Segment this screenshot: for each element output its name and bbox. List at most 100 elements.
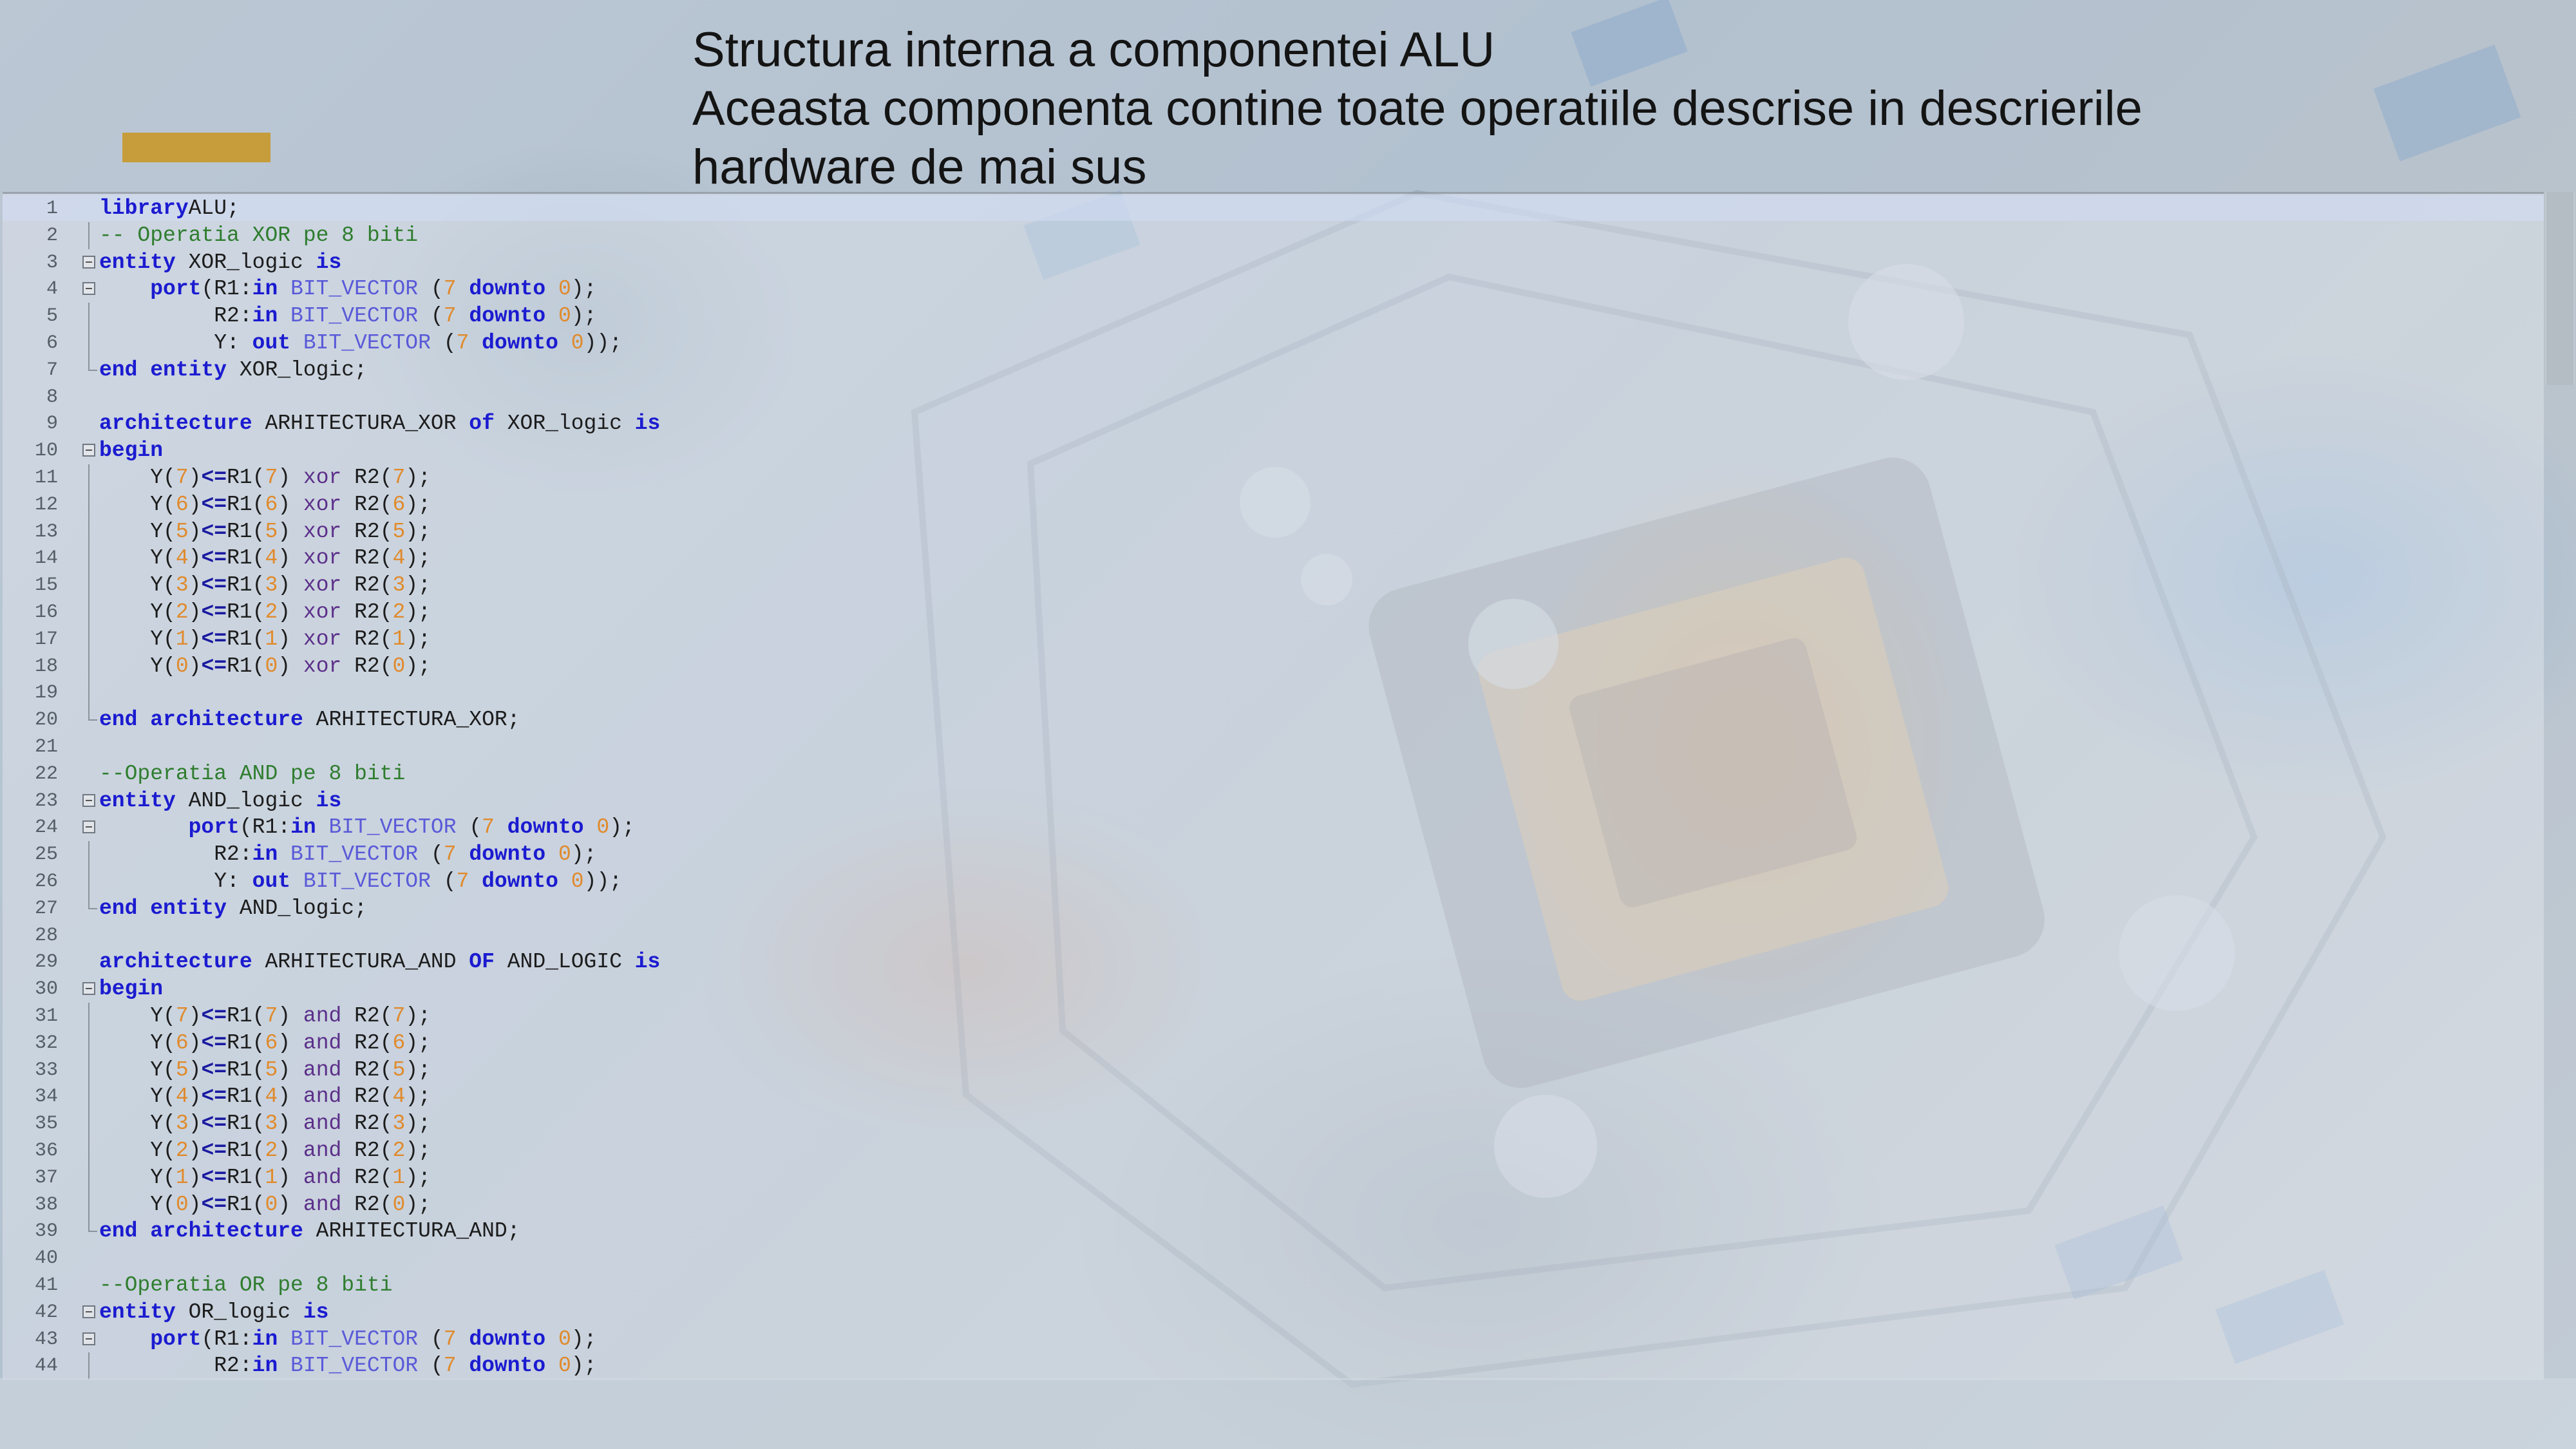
fold-toggle-icon[interactable] [82, 444, 95, 457]
code-line[interactable]: 8 [3, 384, 2540, 411]
line-number: 31 [34, 1005, 58, 1027]
code-line[interactable]: 6 Y: out BIT_VECTOR (7 downto 0)); [3, 330, 2540, 357]
code-line[interactable]: 13 Y(5)<=R1(5) xor R2(5); [3, 518, 2540, 545]
line-number: 22 [34, 762, 58, 785]
code-line[interactable]: 17 Y(1)<=R1(1) xor R2(1); [3, 625, 2540, 653]
code-line[interactable]: 11 Y(7)<=R1(7) xor R2(7); [3, 464, 2540, 491]
code-line[interactable]: 35 Y(3)<=R1(3) and R2(3); [3, 1110, 2540, 1138]
code-text: Y(3)<=R1(3) xor R2(3); [99, 572, 431, 599]
code-line[interactable]: 26 Y: out BIT_VECTOR (7 downto 0)); [3, 868, 2540, 895]
code-token: xor [303, 466, 342, 489]
code-line[interactable]: 36 Y(2)<=R1(2) and R2(2); [3, 1137, 2540, 1164]
code-line[interactable]: 14 Y(4)<=R1(4) xor R2(4); [3, 545, 2540, 573]
code-token: <= [201, 1192, 227, 1217]
fold-toggle-icon[interactable] [82, 820, 95, 834]
code-line[interactable]: 27 end entity AND_logic; [3, 895, 2540, 922]
fold-guide [88, 545, 90, 573]
scrollbar-thumb[interactable] [2546, 192, 2573, 385]
code-token: 6 [175, 1030, 189, 1055]
code-line[interactable]: 15 Y(3)<=R1(3) xor R2(3); [3, 572, 2540, 600]
code-line[interactable]: 23 entity AND_logic is [3, 788, 2540, 815]
code-token: ) [188, 627, 202, 651]
code-text: Y(7)<=R1(7) and R2(7); [99, 1003, 431, 1030]
code-token: <= [201, 519, 227, 544]
code-token: XOR_logic [494, 412, 635, 436]
code-text: port(R1:in BIT_VECTOR (7 downto 0); [99, 1326, 596, 1353]
fold-toggle-icon[interactable] [82, 982, 95, 996]
fold-guide [88, 330, 90, 357]
fold-toggle-icon[interactable] [82, 1332, 95, 1345]
code-token: 7 [443, 277, 457, 301]
code-line[interactable]: 24 port(R1:in BIT_VECTOR (7 downto 0); [3, 814, 2540, 841]
code-token: 0 [571, 331, 584, 355]
code-token: R1( [227, 1057, 265, 1082]
code-line[interactable]: 10 begin [3, 437, 2540, 464]
code-line[interactable]: 4 port(R1:in BIT_VECTOR (7 downto 0); [3, 276, 2540, 303]
code-line[interactable]: 40 [3, 1245, 2540, 1272]
code-line[interactable]: 3 entity XOR_logic is [3, 249, 2540, 276]
fold-guide [88, 868, 90, 895]
code-token: ( [418, 304, 444, 328]
code-line[interactable]: 22 --Operatia AND pe 8 biti [3, 761, 2540, 788]
code-line[interactable]: 5 R2:in BIT_VECTOR (7 downto 0); [3, 303, 2540, 330]
code-text: Y(3)<=R1(3) and R2(3); [99, 1110, 431, 1137]
code-token: ALU; [188, 196, 240, 220]
code-token: 7 [265, 466, 278, 489]
code-line[interactable]: 44 R2:in BIT_VECTOR (7 downto 0); [3, 1352, 2540, 1380]
code-line[interactable]: 31 Y(7)<=R1(7) and R2(7); [3, 1003, 2540, 1030]
code-token: architecture [99, 950, 252, 974]
code-token: 0 [558, 1327, 571, 1351]
code-line[interactable]: 32 Y(6)<=R1(6) and R2(6); [3, 1029, 2540, 1057]
code-line[interactable]: 18 Y(0)<=R1(0) xor R2(0); [3, 652, 2540, 680]
code-text: Y(1)<=R1(1) and R2(1); [99, 1164, 431, 1191]
code-line[interactable]: 19 [3, 679, 2540, 707]
code-token: 1 [265, 1165, 278, 1189]
code-token: R1( [227, 519, 265, 544]
code-line[interactable]: 1 libraryALU; [3, 195, 2540, 222]
code-token: ( [430, 331, 457, 355]
code-line[interactable]: 38 Y(0)<=R1(0) and R2(0); [3, 1191, 2540, 1218]
line-number: 33 [34, 1059, 58, 1081]
fold-toggle-icon[interactable] [82, 793, 95, 807]
fold-guide [88, 625, 90, 653]
code-line[interactable]: 2 -- Operatia XOR pe 8 biti [3, 222, 2540, 249]
code-token: in [252, 277, 278, 301]
code-line[interactable]: 42 entity OR_logic is [3, 1299, 2540, 1326]
code-line[interactable]: 21 [3, 734, 2540, 761]
code-token: 6 [392, 492, 406, 516]
fold-toggle-icon[interactable] [82, 1305, 95, 1318]
code-line[interactable]: 37 Y(1)<=R1(1) and R2(1); [3, 1164, 2540, 1191]
line-number: 9 [46, 413, 58, 435]
code-line[interactable]: 7 end entity XOR_logic; [3, 356, 2540, 384]
code-line[interactable]: 28 [3, 922, 2540, 949]
code-token: downto [456, 1327, 546, 1351]
code-line[interactable]: 20 end architecture ARHITECTURA_XOR; [3, 706, 2540, 734]
code-line[interactable]: 34 Y(4)<=R1(4) and R2(4); [3, 1083, 2540, 1111]
code-text: entity AND_logic is [99, 788, 341, 815]
fold-guide [88, 572, 90, 600]
code-token: downto [456, 842, 546, 867]
code-line[interactable]: 43 port(R1:in BIT_VECTOR (7 downto 0); [3, 1326, 2540, 1353]
code-line[interactable]: 25 R2:in BIT_VECTOR (7 downto 0); [3, 841, 2540, 869]
code-line[interactable]: 29 architecture ARHITECTURA_AND OF AND_LO… [3, 949, 2540, 976]
code-line[interactable]: 9 architecture ARHITECTURA_XOR of XOR_log… [3, 410, 2540, 437]
code-token: ) [188, 546, 202, 571]
code-line[interactable]: 12 Y(6)<=R1(6) xor R2(6); [3, 491, 2540, 518]
code-token: 0 [265, 654, 278, 678]
code-token: R2( [341, 546, 393, 571]
code-line[interactable]: 41 --Operatia OR pe 8 biti [3, 1272, 2540, 1299]
code-token: Y( [99, 492, 176, 516]
code-editor[interactable]: 1 libraryALU; 2 -- Operatia XOR pe 8 biti 3 e… [3, 192, 2544, 1380]
code-token: R2: [99, 842, 252, 867]
code-token: 4 [265, 1084, 278, 1109]
code-line[interactable]: 30 begin [3, 976, 2540, 1003]
fold-guide [88, 1083, 90, 1111]
code-token: Y( [99, 654, 176, 678]
code-line[interactable]: 16 Y(2)<=R1(2) xor R2(2); [3, 599, 2540, 626]
code-token: ARHITECTURA_AND; [303, 1219, 520, 1244]
code-line[interactable]: 33 Y(5)<=R1(5) and R2(5); [3, 1056, 2540, 1084]
fold-toggle-icon[interactable] [82, 282, 95, 296]
fold-toggle-icon[interactable] [82, 255, 95, 269]
code-line[interactable]: 39 end architecture ARHITECTURA_AND; [3, 1218, 2540, 1245]
